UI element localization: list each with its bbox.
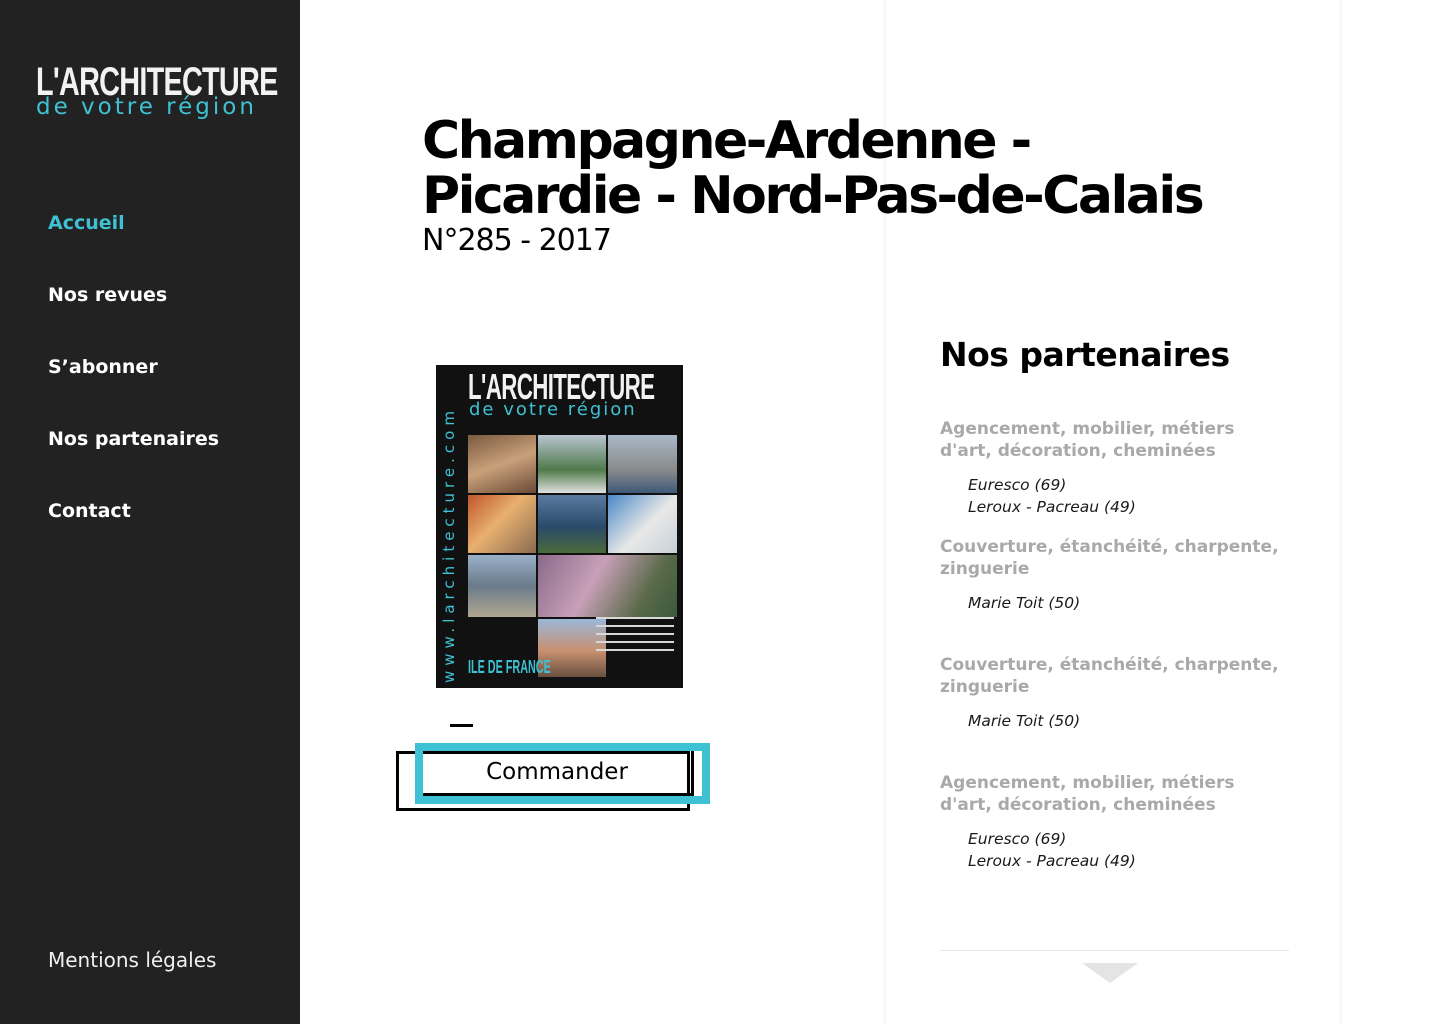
partner-category: Agencement, mobilier, métiers d'art, déc… [940, 418, 1290, 536]
divider-dash [450, 724, 473, 727]
partners-divider [940, 950, 1289, 951]
partner-list: Agencement, mobilier, métiers d'art, déc… [940, 418, 1290, 890]
page-title-line-1: Champagne-Ardenne - [422, 111, 1032, 171]
partner-link[interactable]: Euresco (69) [968, 828, 1290, 850]
logo-tagline: de votre région [36, 94, 257, 120]
page-title: Champagne-Ardenne - Picardie - Nord-Pas-… [422, 114, 1222, 224]
triangle-down-icon[interactable] [1082, 963, 1138, 983]
partner-link[interactable]: Euresco (69) [968, 474, 1290, 496]
cover-url: www.larchitecture.com [440, 406, 458, 683]
partner-category: Couverture, étanchéité, charpente, zingu… [940, 536, 1290, 654]
cover-photo [468, 555, 536, 617]
cover-photo [468, 495, 536, 553]
cover-photo [608, 435, 677, 493]
cover-photo [538, 555, 677, 617]
order-button-frame: Commander [415, 743, 710, 804]
cover-photo [468, 435, 536, 493]
order-button[interactable]: Commander [396, 743, 710, 813]
issue-number: N°285 - 2017 [422, 223, 612, 258]
page-title-line-2: Picardie - Nord-Pas-de-Calais [422, 166, 1205, 226]
magazine-cover[interactable]: www.larchitecture.com L'ARCHITECTURE de … [436, 365, 683, 688]
cover-subtitle: de votre région [469, 399, 637, 420]
partner-link[interactable]: Leroux - Pacreau (49) [968, 496, 1290, 518]
sidebar: L'ARCHITECTURE de votre région Accueil N… [0, 0, 300, 1024]
partner-category: Couverture, étanchéité, charpente, zingu… [940, 654, 1290, 772]
site-logo[interactable]: L'ARCHITECTURE de votre région [36, 62, 278, 124]
cover-region: ILE DE FRANCE [468, 657, 551, 677]
partner-link[interactable]: Leroux - Pacreau (49) [968, 850, 1290, 872]
legal-notice-link[interactable]: Mentions légales [48, 947, 216, 973]
category-title: Agencement, mobilier, métiers d'art, déc… [940, 419, 1235, 461]
order-button-label: Commander [423, 751, 694, 796]
cover-photo [538, 495, 606, 553]
partner-link[interactable]: Marie Toit (50) [968, 592, 1290, 614]
category-title: Couverture, étanchéité, charpente, zingu… [940, 655, 1279, 697]
cover-photo [608, 495, 677, 553]
main-nav: Accueil Nos revues S’abonner Nos partena… [48, 210, 219, 570]
nav-item-nos-partenaires[interactable]: Nos partenaires [48, 426, 219, 498]
nav-item-nos-revues[interactable]: Nos revues [48, 282, 219, 354]
partners-title: Nos partenaires [940, 335, 1230, 374]
nav-item-contact[interactable]: Contact [48, 498, 219, 570]
cover-photo [538, 435, 606, 493]
nav-item-sabonner[interactable]: S’abonner [48, 354, 219, 426]
partner-category: Agencement, mobilier, métiers d'art, déc… [940, 772, 1290, 890]
category-title: Couverture, étanchéité, charpente, zingu… [940, 537, 1279, 579]
cover-text-lines [596, 617, 674, 657]
category-title: Agencement, mobilier, métiers d'art, déc… [940, 773, 1235, 815]
partner-link[interactable]: Marie Toit (50) [968, 710, 1290, 732]
nav-item-accueil[interactable]: Accueil [48, 210, 219, 282]
